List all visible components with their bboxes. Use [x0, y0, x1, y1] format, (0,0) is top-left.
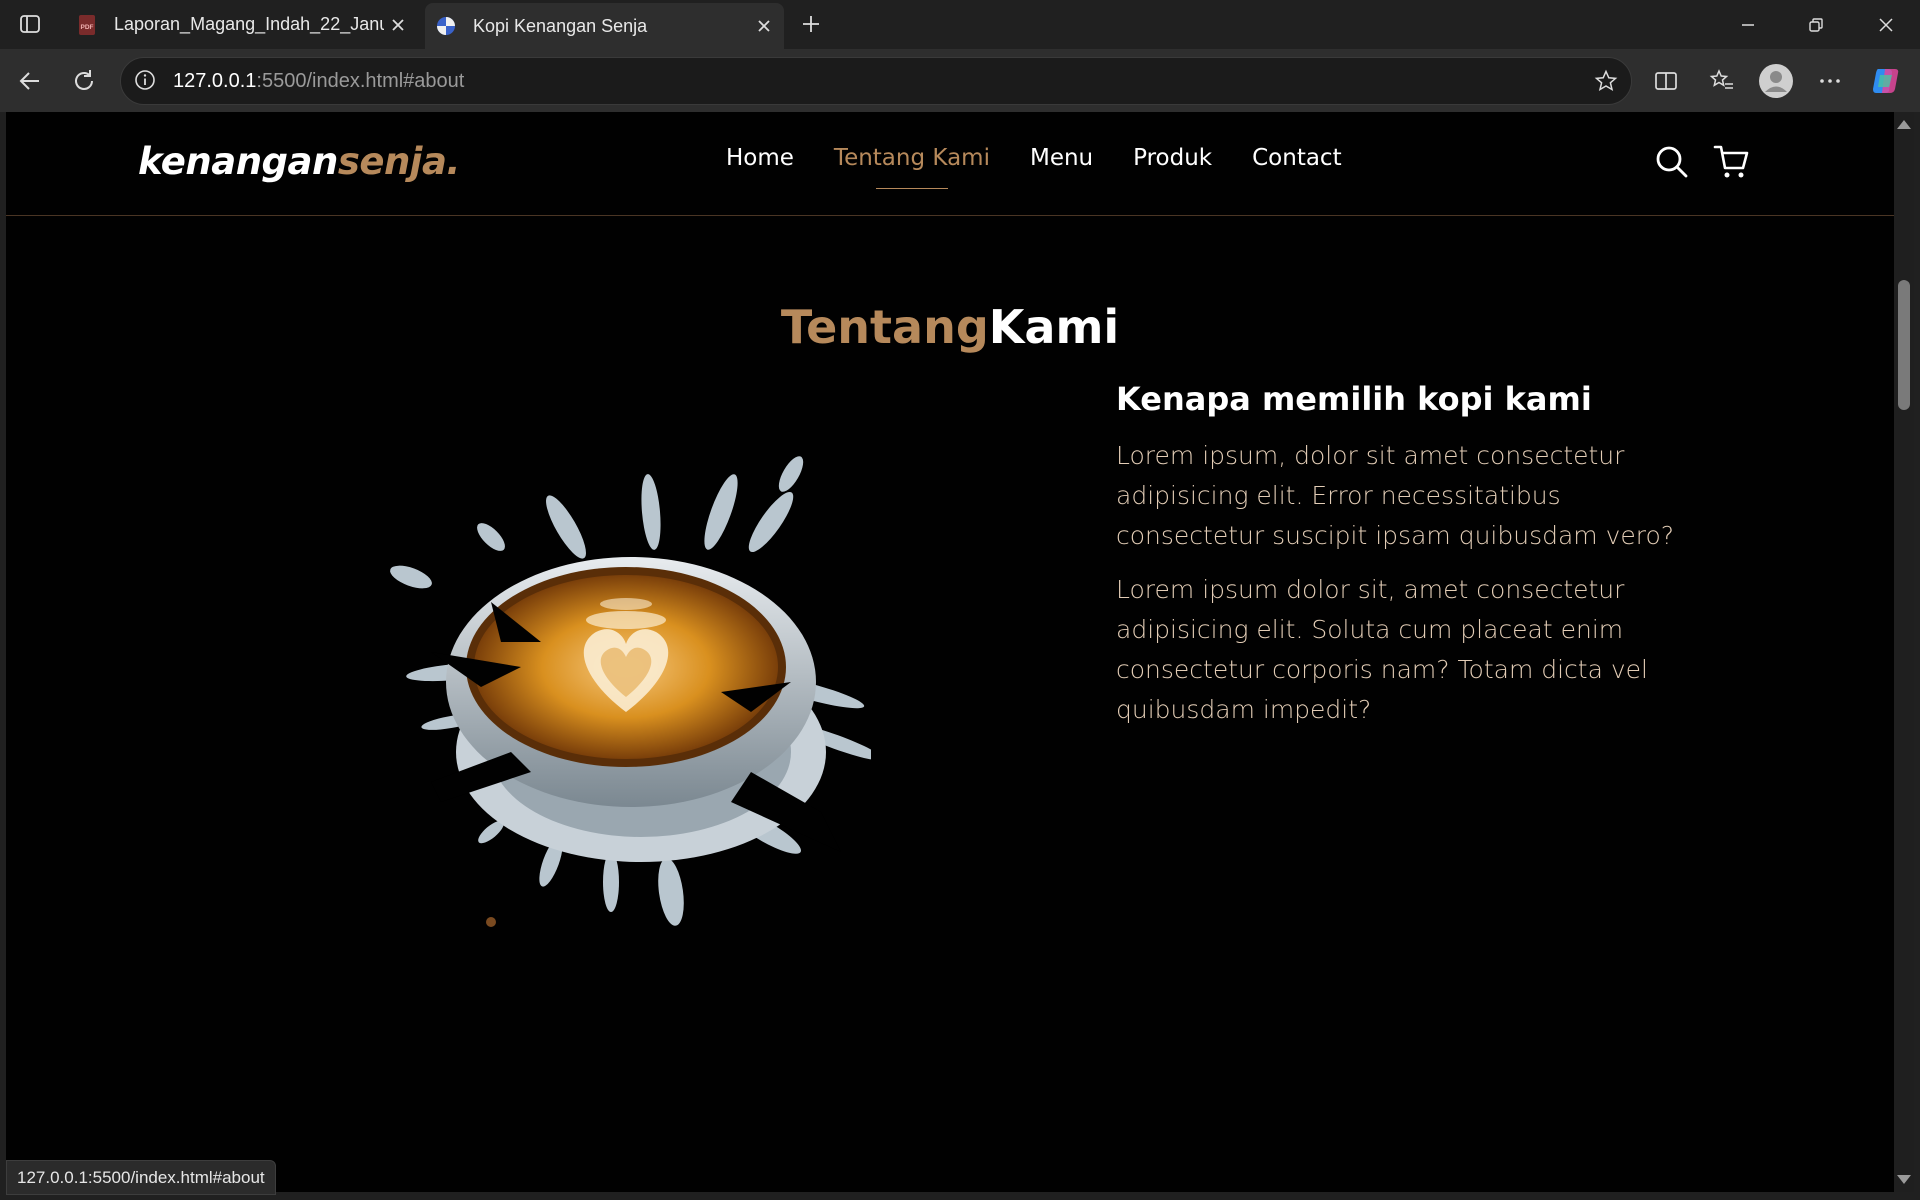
- restore-icon: [1809, 17, 1823, 32]
- svg-text:PDF: PDF: [81, 24, 94, 31]
- site-logo[interactable]: kenangansenja.: [138, 140, 461, 183]
- avatar-icon: [1759, 64, 1793, 98]
- url-host: 127.0.0.1: [173, 70, 257, 92]
- scroll-down-arrow-icon[interactable]: [1897, 1175, 1911, 1184]
- logo-accent: senja.: [337, 140, 461, 183]
- browser-tab-bar: PDF Laporan_Magang_Indah_22_Janua Kopi K…: [0, 0, 1920, 49]
- copilot-icon: [1873, 69, 1899, 93]
- tab-pdf-report[interactable]: PDF Laporan_Magang_Indah_22_Janua: [66, 0, 418, 49]
- tab-actions-button[interactable]: [10, 8, 50, 40]
- about-paragraph: Lorem ipsum, dolor sit amet consectetur …: [1116, 441, 1675, 550]
- shopping-cart-icon: [1713, 145, 1749, 178]
- title-main: Kami: [988, 300, 1120, 355]
- site-info-button[interactable]: [131, 66, 159, 94]
- site-favicon-icon: [437, 17, 455, 35]
- tab-title: Kopi Kenangan Senja: [473, 15, 648, 36]
- status-url-bubble: 127.0.0.1:5500/index.html#about: [6, 1160, 276, 1195]
- split-screen-button[interactable]: [1646, 61, 1686, 101]
- minimize-icon: [1742, 23, 1754, 26]
- nav-link-tentang-kami[interactable]: Tentang Kami: [834, 145, 990, 189]
- section-title: TentangKami: [6, 300, 1894, 354]
- plus-icon: [803, 16, 819, 32]
- favorites-button[interactable]: [1702, 61, 1742, 101]
- nav-link-menu[interactable]: Menu: [1030, 145, 1093, 181]
- coffee-splash-image: [390, 456, 871, 927]
- settings-more-button[interactable]: [1810, 61, 1850, 101]
- restore-button[interactable]: [1788, 0, 1844, 49]
- favorite-button[interactable]: [1591, 66, 1621, 96]
- about-paragraph: Lorem ipsum dolor sit, amet consectetur …: [1116, 575, 1648, 724]
- close-icon: [758, 20, 770, 32]
- address-url[interactable]: 127.0.0.1:5500/index.html#about: [173, 70, 464, 93]
- about-heading: Kenapa memilih kopi kami: [1116, 380, 1592, 418]
- split-screen-icon: [1655, 72, 1677, 90]
- favorites-icon: [1709, 69, 1733, 89]
- close-icon: [392, 18, 404, 31]
- logo-main: kenangan: [138, 140, 338, 183]
- cart-button[interactable]: [1712, 142, 1752, 182]
- scroll-up-arrow-icon[interactable]: [1897, 120, 1911, 129]
- nav-link-home[interactable]: Home: [726, 145, 794, 181]
- more-horizontal-icon: [1820, 79, 1840, 83]
- copilot-button[interactable]: [1866, 61, 1906, 101]
- nav-link-produk[interactable]: Produk: [1133, 145, 1212, 181]
- address-bar[interactable]: 127.0.0.1:5500/index.html#about: [120, 57, 1632, 105]
- site-navbar: kenangansenja. Home Tentang Kami Menu Pr…: [6, 112, 1894, 216]
- close-window-button[interactable]: [1858, 0, 1914, 49]
- pdf-icon: PDF: [79, 14, 95, 35]
- sidebar-panel-icon: [20, 15, 40, 33]
- title-accent: Tentang: [780, 300, 989, 355]
- close-icon: [1879, 17, 1893, 32]
- new-tab-button[interactable]: [794, 8, 828, 40]
- vertical-scrollbar[interactable]: [1894, 112, 1914, 1192]
- about-content: Kenapa memilih kopi kami Lorem ipsum, do…: [1116, 380, 1716, 744]
- star-icon: [1594, 69, 1618, 92]
- page-viewport: kenangansenja. Home Tentang Kami Menu Pr…: [6, 112, 1894, 1192]
- reload-button[interactable]: [64, 61, 104, 101]
- back-button[interactable]: [10, 61, 50, 101]
- search-button[interactable]: [1652, 142, 1692, 182]
- browser-toolbar: 127.0.0.1:5500/index.html#about: [0, 49, 1920, 112]
- tab-title: Laporan_Magang_Indah_22_Janua: [114, 14, 384, 34]
- minimize-button[interactable]: [1720, 0, 1776, 49]
- profile-button[interactable]: [1756, 61, 1796, 101]
- url-path: :5500/index.html#about: [256, 70, 465, 92]
- scrollbar-thumb[interactable]: [1898, 280, 1910, 410]
- reload-icon: [75, 70, 93, 90]
- nav-links: Home Tentang Kami Menu Produk Contact: [726, 145, 1342, 189]
- nav-link-contact[interactable]: Contact: [1252, 145, 1341, 181]
- arrow-left-icon: [19, 72, 39, 90]
- tab-close-button[interactable]: [750, 12, 778, 40]
- info-icon: [135, 70, 155, 90]
- tab-close-button[interactable]: [384, 11, 412, 39]
- tab-kopi-kenangan-senja[interactable]: Kopi Kenangan Senja: [425, 3, 784, 49]
- search-icon: [1656, 146, 1688, 178]
